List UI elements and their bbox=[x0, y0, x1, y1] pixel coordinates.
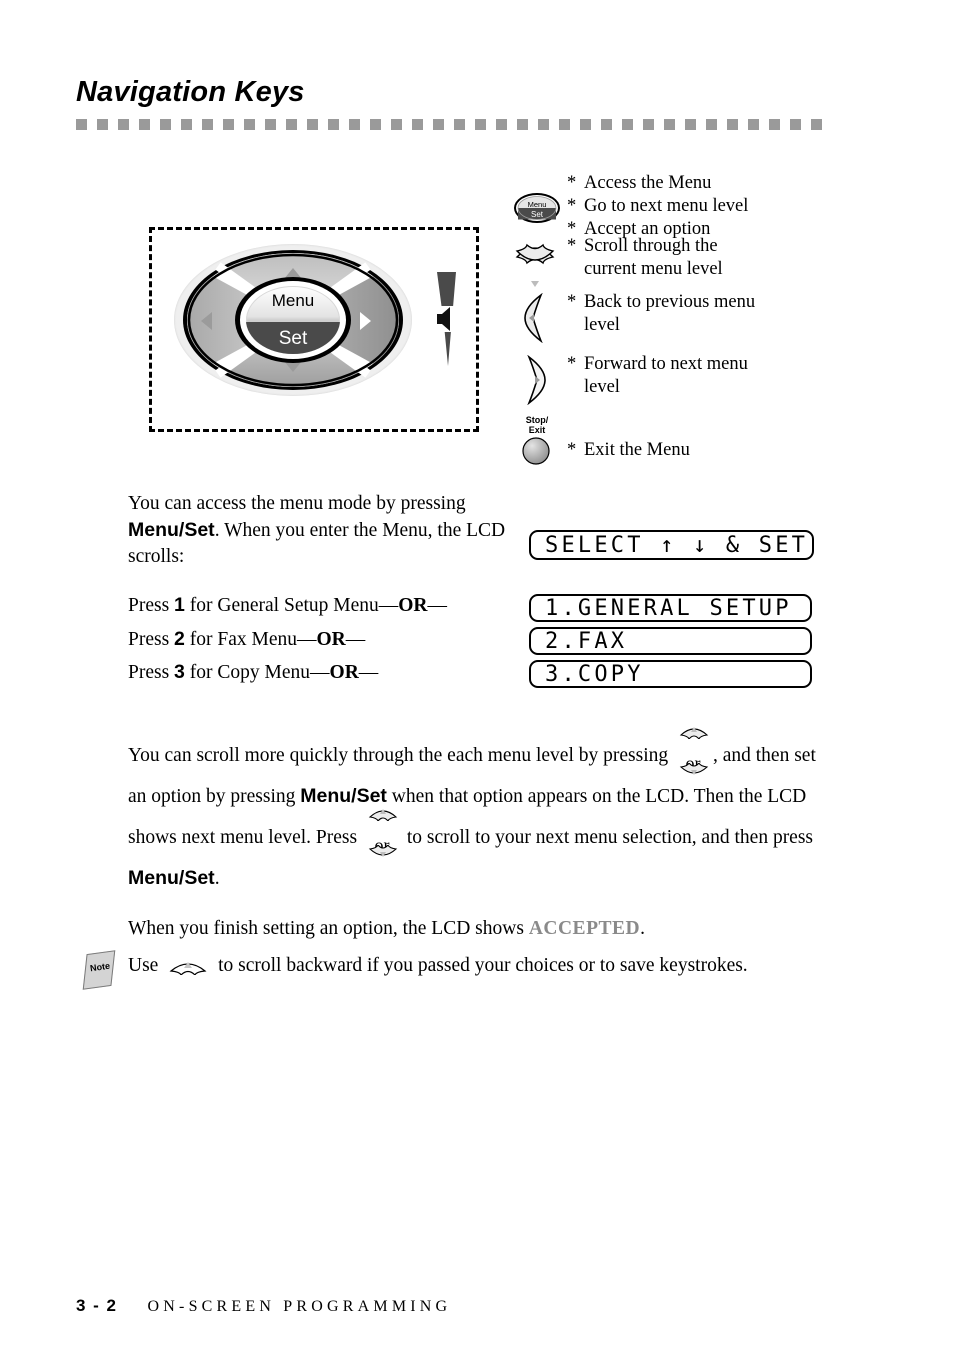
navpad-left-arrow-icon bbox=[201, 312, 212, 330]
lcd-display-fax: 2.FAX bbox=[529, 627, 812, 655]
legend-item-menu-set: Menu Set * Access the Menu * Go to next me… bbox=[505, 172, 845, 239]
press-or: OR bbox=[398, 595, 428, 616]
navigation-pad: Menu Set bbox=[174, 244, 412, 396]
legend-text-scroll: * Scroll through the current menu level bbox=[567, 235, 723, 281]
footer-page-number: 3 - 2 bbox=[76, 1296, 118, 1315]
stop-exit-label: Stop/Exit bbox=[525, 415, 549, 435]
press-dash: — bbox=[427, 595, 448, 616]
press-line-2: Press 2 for Fax Menu—OR— bbox=[128, 626, 518, 653]
menu-set-button[interactable]: Menu Set bbox=[246, 286, 340, 354]
press-number: 3 bbox=[174, 661, 185, 683]
accepted-status-word: ACCEPTED bbox=[528, 918, 641, 939]
page-footer: 3 - 2 ON-SCREEN PROGRAMMING bbox=[76, 1296, 451, 1316]
legend-line: * Back to previous menu bbox=[567, 292, 756, 312]
press-dash: — bbox=[378, 595, 399, 616]
accepted-text-2: . bbox=[640, 918, 645, 939]
bullet-star: * bbox=[567, 292, 577, 312]
legend-item-exit: Stop/Exit * Exit the Menu bbox=[505, 415, 845, 469]
control-panel-diagram: Menu Set bbox=[149, 227, 479, 432]
lcd-display-select: SELECT ↑ ↓ & SET bbox=[529, 530, 814, 560]
legend-text-exit: * Exit the Menu bbox=[567, 417, 690, 462]
legend-text-menu-set: * Access the Menu * Go to next menu level … bbox=[567, 172, 748, 241]
press-dash: — bbox=[345, 629, 366, 650]
legend-line: level bbox=[584, 377, 620, 397]
bullet-star: * bbox=[567, 440, 577, 460]
access-text-1: You can access the menu mode by pressing bbox=[128, 493, 466, 514]
scroll-instructions-paragraph: You can scroll more quickly through the … bbox=[128, 727, 828, 899]
legend-line: current menu level bbox=[584, 259, 723, 279]
up-arrow-key-icon bbox=[368, 809, 398, 821]
legend-line: * Exit the Menu bbox=[567, 440, 690, 460]
bullet-star: * bbox=[567, 354, 577, 374]
svg-text:Menu: Menu bbox=[528, 200, 547, 209]
navpad-right-arrow-icon bbox=[360, 312, 371, 330]
speaker-volume-icon bbox=[432, 272, 458, 366]
legend-line: * Go to next menu level bbox=[567, 196, 749, 216]
legend-list: Menu Set * Access the Menu * Go to next me… bbox=[505, 172, 845, 469]
press-line-3: Press 3 for Copy Menu—OR— bbox=[128, 659, 518, 686]
note-icon: Note bbox=[82, 950, 119, 992]
legend-line: * Forward to next menu bbox=[567, 354, 748, 374]
menu-set-bold-3: Menu/Set bbox=[128, 867, 215, 889]
press-middle: for Fax Menu bbox=[184, 629, 298, 650]
right-arrow-key-icon bbox=[527, 355, 546, 405]
note-text-1: Use bbox=[128, 955, 159, 976]
left-arrow-key-icon bbox=[524, 293, 543, 343]
inline-or-keys-1: or bbox=[676, 727, 710, 775]
up-down-arrow-keys-icon bbox=[515, 243, 555, 287]
press-dash: — bbox=[310, 662, 330, 683]
legend-line: level bbox=[584, 315, 620, 335]
bullet-star: * bbox=[567, 196, 577, 216]
accepted-paragraph: When you finish setting an option, the L… bbox=[128, 918, 645, 940]
lcd-display-copy: 3.COPY bbox=[529, 660, 812, 688]
legend-text-back: * Back to previous menu level bbox=[567, 291, 755, 337]
legend-item-forward: * Forward to next menu level bbox=[505, 353, 845, 417]
stop-exit-key-icon bbox=[522, 437, 550, 465]
legend-line: * Access the Menu bbox=[567, 173, 712, 193]
press-prefix: Press bbox=[128, 662, 175, 683]
access-menu-paragraph: You can access the menu mode by pressing… bbox=[128, 491, 518, 570]
press-number: 2 bbox=[174, 628, 185, 650]
press-prefix: Press bbox=[128, 629, 175, 650]
lcd-display-general-setup: 1.GENERAL SETUP bbox=[529, 594, 812, 622]
legend-item-scroll: * Scroll through the current menu level bbox=[505, 235, 845, 291]
press-dash: — bbox=[358, 662, 379, 683]
title-dashed-rule bbox=[76, 119, 824, 130]
press-middle: for Copy Menu bbox=[184, 662, 311, 683]
inline-or-keys-2: or bbox=[365, 809, 399, 857]
note-text-2: to scroll backward if you passed your ch… bbox=[213, 955, 748, 976]
press-dash: — bbox=[297, 629, 317, 650]
down-arrow-key-icon bbox=[679, 763, 709, 775]
scroll-text-1: You can scroll more quickly through the … bbox=[128, 745, 669, 766]
press-prefix: Press bbox=[128, 595, 175, 616]
up-arrow-key-icon bbox=[169, 962, 207, 975]
down-arrow-key-icon bbox=[368, 845, 398, 857]
accepted-text-1: When you finish setting an option, the L… bbox=[128, 918, 529, 939]
press-middle: for General Setup Menu bbox=[184, 595, 379, 616]
svg-text:Set: Set bbox=[531, 210, 544, 219]
press-or: OR bbox=[316, 629, 346, 650]
note-paragraph: Use to scroll backward if you passed you… bbox=[128, 955, 748, 977]
scroll-text-4: to scroll to your next menu selection, a… bbox=[401, 827, 814, 848]
page-title: Navigation Keys bbox=[76, 76, 305, 108]
bullet-star: * bbox=[567, 173, 577, 193]
press-number: 1 bbox=[174, 594, 185, 616]
menu-set-bold-1: Menu/Set bbox=[128, 519, 215, 541]
press-line-1: Press 1 for General Setup Menu—OR— bbox=[128, 592, 518, 619]
set-label: Set bbox=[278, 328, 308, 349]
legend-text-forward: * Forward to next menu level bbox=[567, 353, 748, 399]
footer-section-title: ON-SCREEN PROGRAMMING bbox=[147, 1298, 452, 1315]
scroll-text-5: . bbox=[214, 868, 220, 889]
legend-item-back: * Back to previous menu level bbox=[505, 291, 845, 353]
menu-set-key-icon: Menu Set bbox=[514, 193, 560, 223]
press-or: OR bbox=[329, 662, 359, 683]
menu-label: Menu bbox=[271, 291, 315, 310]
legend-line: * Scroll through the bbox=[567, 236, 718, 256]
up-arrow-key-icon bbox=[679, 727, 709, 739]
bullet-star: * bbox=[567, 236, 577, 256]
